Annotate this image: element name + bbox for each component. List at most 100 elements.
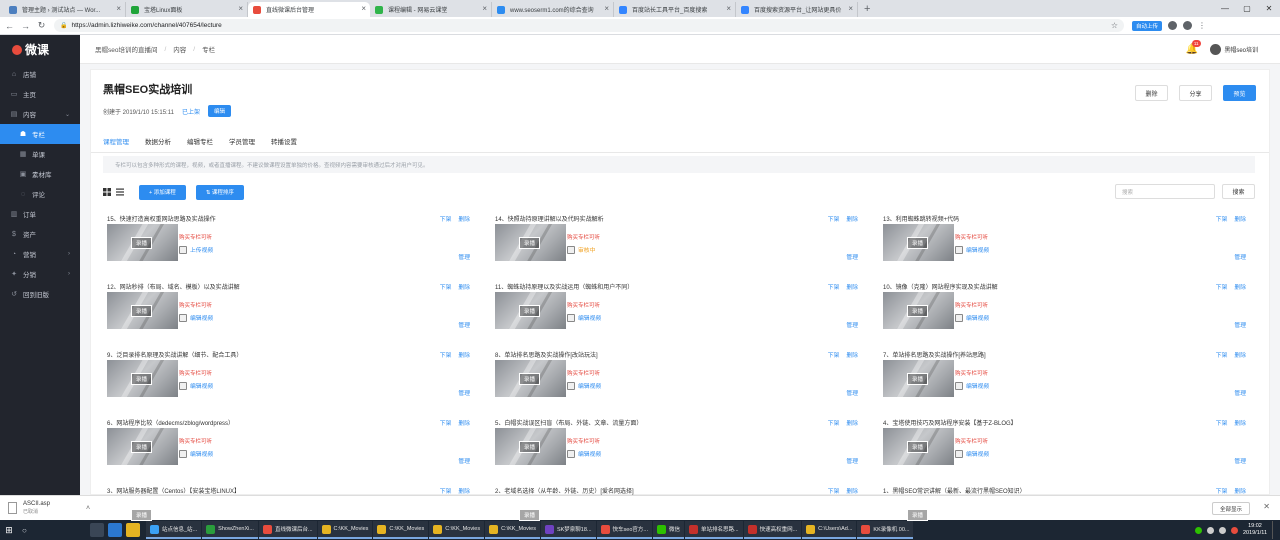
download-item[interactable]: ASCII.asp 已取消 ˄ <box>8 501 90 515</box>
browser-tab[interactable]: www.seoserm1.com的综合查询 × <box>492 2 614 17</box>
breadcrumb-item[interactable]: 专栏 <box>202 44 215 54</box>
unpublish-link[interactable]: 下架 <box>1216 350 1228 359</box>
taskbar-item[interactable]: 快车seo官方... <box>596 521 652 539</box>
unpublish-link[interactable]: 下架 <box>440 486 452 495</box>
lesson-title[interactable]: 5、白帽实战误区扫盲（布局、外链、文章、流量方面） <box>495 418 642 427</box>
taskbar-item[interactable]: 直线微课后台... <box>258 521 317 539</box>
sidebar-item[interactable]: ☗ 专栏 <box>0 124 80 144</box>
tray-input-icon[interactable] <box>1230 526 1238 534</box>
tab-0[interactable]: 课程管理 <box>103 136 129 153</box>
url-field[interactable]: 🔒 https://admin.lizhiweike.com/channel/4… <box>54 19 1124 32</box>
lesson-title[interactable]: 6、网站程序比较（dedecms/zblog/wordpress） <box>107 418 234 427</box>
delete-link[interactable]: 删除 <box>1234 350 1246 359</box>
lesson-title[interactable]: 4、宝塔使用技巧及网站程序安装【基于Z-BLOG】 <box>883 418 1017 427</box>
lesson-title[interactable]: 12、网站秒排（布局、域名、模板）以及实战讲解 <box>107 282 240 291</box>
edit-button[interactable]: 编辑 <box>207 105 231 117</box>
manage-link[interactable]: 管理 <box>846 388 858 397</box>
browser-tab[interactable]: 课程编辑 - 网易云课堂 × <box>370 2 492 17</box>
lesson-thumbnail[interactable]: 录播 <box>107 428 178 465</box>
browser-tab[interactable]: 百度站长工具平台_百度搜索 × <box>614 2 736 17</box>
windows-start-icon[interactable]: ⊞ <box>0 525 18 536</box>
lesson-thumbnail[interactable]: 录播 <box>883 360 954 397</box>
delete-link[interactable]: 删除 <box>458 486 470 495</box>
close-window-icon[interactable]: ✕ <box>1258 0 1280 17</box>
search-input[interactable]: 搜索 <box>1115 184 1215 199</box>
tray-wechat-icon[interactable] <box>1194 526 1202 534</box>
lesson-thumbnail[interactable]: 录播 <box>107 224 178 261</box>
unpublish-link[interactable]: 下架 <box>1216 486 1228 495</box>
chevron-up-icon[interactable]: ˄ <box>86 505 90 512</box>
delete-link[interactable]: 删除 <box>458 350 470 359</box>
manage-link[interactable]: 管理 <box>458 252 470 261</box>
taskbar-item[interactable]: 快速高权重网... <box>743 521 802 539</box>
browser-menu-icon[interactable]: ⋮ <box>1198 21 1206 30</box>
logo[interactable]: 微课 <box>0 35 80 64</box>
taskbar-item[interactable]: C:\KK_Movies <box>373 521 429 539</box>
video-status[interactable]: 编辑视频 <box>567 381 601 390</box>
lesson-title[interactable]: 14、快照劫持原理讲解以及代码实战解析 <box>495 214 604 223</box>
sidebar-item[interactable]: ▭ 主页 <box>0 84 80 104</box>
lesson-thumbnail[interactable]: 录播 <box>883 428 954 465</box>
sort-lessons-button[interactable]: ⇅ 课程排序 <box>195 184 244 200</box>
video-status[interactable]: 编辑视频 <box>179 381 213 390</box>
tab-3[interactable]: 学员管理 <box>229 136 255 153</box>
lesson-title[interactable]: 15、快速打造高权重网站思路及实战操作 <box>107 214 216 223</box>
manage-link[interactable]: 管理 <box>1234 320 1246 329</box>
delete-link[interactable]: 删除 <box>458 418 470 427</box>
unpublish-link[interactable]: 下架 <box>828 282 840 291</box>
manage-link[interactable]: 管理 <box>846 252 858 261</box>
lesson-thumbnail[interactable]: 录播 <box>495 224 566 261</box>
sidebar-item[interactable]: ◔ 营销 › <box>0 244 80 264</box>
edge-icon[interactable] <box>108 523 122 537</box>
lesson-title[interactable]: 10、镜像（克隆）网站程序实现及实战讲解 <box>883 282 998 291</box>
delete-link[interactable]: 删除 <box>846 214 858 223</box>
show-all-downloads-button[interactable]: 全部显示 <box>1211 502 1250 515</box>
show-desktop-button[interactable] <box>1272 521 1276 539</box>
task-view-icon[interactable] <box>90 523 104 537</box>
sidebar-item[interactable]: ◌ 评论 <box>0 184 80 204</box>
manage-link[interactable]: 管理 <box>458 320 470 329</box>
delete-link[interactable]: 删除 <box>1234 486 1246 495</box>
back-icon[interactable]: ← <box>3 21 16 31</box>
add-lesson-button[interactable]: + 添加课程 <box>139 184 186 200</box>
close-tab-icon[interactable]: × <box>116 4 121 13</box>
search-button[interactable]: 搜索 <box>1222 184 1255 199</box>
manage-link[interactable]: 管理 <box>458 388 470 397</box>
video-status[interactable]: 编辑视频 <box>179 449 213 458</box>
taskbar-item[interactable]: 站点信息_站... <box>146 521 202 539</box>
tray-volume-icon[interactable] <box>1218 526 1226 534</box>
taskbar-item[interactable]: SK梦泉聊18... <box>540 521 596 539</box>
unpublish-link[interactable]: 下架 <box>440 214 452 223</box>
taskbar-item[interactable]: C:\Users\Ad... <box>802 521 857 539</box>
breadcrumb-item[interactable]: 内容 <box>173 44 186 54</box>
browser-tab[interactable]: 管理主题 › 测试站点 — Wor... × <box>4 2 126 17</box>
delete-link[interactable]: 删除 <box>1234 418 1246 427</box>
sidebar-item[interactable]: ✦ 分销 › <box>0 264 80 284</box>
sidebar-item[interactable]: ↺ 回到旧版 <box>0 284 80 304</box>
manage-link[interactable]: 管理 <box>846 456 858 465</box>
tab-2[interactable]: 编辑专栏 <box>187 136 213 153</box>
lesson-thumbnail[interactable]: 录播 <box>107 360 178 397</box>
lesson-title[interactable]: 3、网站服务器配置（Centos）【安装宝塔LINUX】 <box>107 486 240 495</box>
bookmark-star-icon[interactable]: ☆ <box>1111 21 1118 30</box>
unpublish-link[interactable]: 下架 <box>440 282 452 291</box>
video-status[interactable]: 编辑视频 <box>179 313 213 322</box>
grid-view-icon[interactable] <box>103 188 111 196</box>
taskbar-item[interactable]: 微信 <box>652 521 684 539</box>
unpublish-link[interactable]: 下架 <box>828 214 840 223</box>
unpublish-link[interactable]: 下架 <box>1216 282 1228 291</box>
sidebar-item[interactable]: ▦ 单课 <box>0 144 80 164</box>
unpublish-link[interactable]: 下架 <box>828 418 840 427</box>
lesson-thumbnail[interactable]: 录播 <box>495 292 566 329</box>
lesson-thumbnail[interactable]: 录播 <box>107 292 178 329</box>
profile-icon[interactable] <box>1183 21 1193 30</box>
browser-tab[interactable]: 百度搜索资源平台_让网站更具价 × <box>736 2 858 17</box>
video-status[interactable]: 上传视频 <box>179 245 213 254</box>
browser-tab[interactable]: 直线微课后台管理 × <box>248 2 370 17</box>
manage-link[interactable]: 管理 <box>1234 388 1246 397</box>
manage-link[interactable]: 管理 <box>1234 252 1246 261</box>
lesson-thumbnail[interactable]: 录播 <box>495 428 566 465</box>
search-icon[interactable]: ○ <box>18 523 88 537</box>
unpublish-link[interactable]: 下架 <box>1216 214 1228 223</box>
extension-icon[interactable] <box>1168 21 1178 30</box>
